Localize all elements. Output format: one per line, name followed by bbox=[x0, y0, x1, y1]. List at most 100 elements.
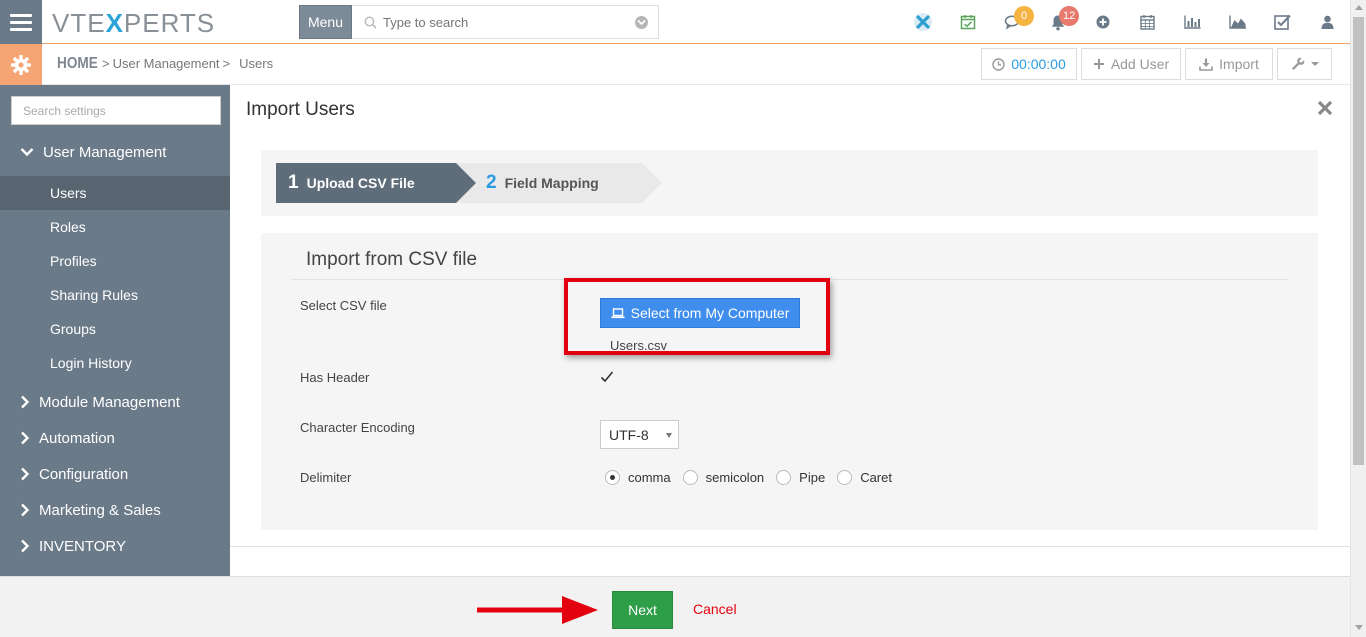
sidebar-item-groups[interactable]: Groups bbox=[0, 312, 230, 346]
chevron-right-icon bbox=[21, 395, 30, 409]
user-icon[interactable] bbox=[1305, 0, 1350, 44]
step-number: 1 bbox=[288, 172, 299, 193]
calendar-check-icon[interactable] bbox=[945, 0, 990, 44]
scroll-down-icon[interactable] bbox=[1355, 625, 1363, 630]
add-user-button[interactable]: Add User bbox=[1081, 48, 1181, 80]
scroll-up-icon[interactable] bbox=[1355, 5, 1363, 10]
select-csv-label: Select CSV file bbox=[300, 298, 387, 313]
sidebar-section-configuration[interactable]: Configuration bbox=[0, 456, 230, 492]
character-encoding-select[interactable]: UTF-8 bbox=[600, 420, 679, 449]
annotation-arrow-icon bbox=[477, 596, 598, 624]
tools-dropdown-button[interactable] bbox=[1277, 48, 1332, 80]
settings-subbar: HOME > User Management > Users 00:00:00 … bbox=[0, 44, 1350, 85]
sidebar-section-label: User Management bbox=[43, 143, 167, 161]
step-number: 2 bbox=[486, 172, 497, 193]
breadcrumb-users[interactable]: Users bbox=[239, 56, 273, 71]
area-chart-icon[interactable] bbox=[1215, 0, 1260, 44]
scrollbar-thumb[interactable] bbox=[1353, 17, 1364, 465]
sidebar-section-label: Marketing & Sales bbox=[39, 501, 161, 519]
sidebar-section-label: Automation bbox=[39, 429, 115, 447]
delimiter-radio-comma[interactable] bbox=[605, 470, 620, 485]
clock-icon bbox=[992, 57, 1005, 71]
import-heading: Import from CSV file bbox=[306, 249, 478, 270]
breadcrumb: HOME > User Management > Users bbox=[57, 55, 273, 73]
wizard-step-upload-csv: 1 Upload CSV File bbox=[276, 163, 456, 203]
vtexperts-x-icon[interactable] bbox=[900, 0, 945, 44]
page-scrollbar[interactable] bbox=[1350, 0, 1366, 637]
sidebar-section-user-management[interactable]: User Management bbox=[0, 134, 230, 170]
delimiter-option-label: Caret bbox=[860, 470, 892, 485]
bar-chart-icon[interactable] bbox=[1170, 0, 1215, 44]
delimiter-radio-pipe[interactable] bbox=[776, 470, 792, 485]
sidebar-item-users[interactable]: Users bbox=[0, 176, 230, 210]
timer-button[interactable]: 00:00:00 bbox=[981, 48, 1077, 80]
caret-down-icon bbox=[666, 433, 672, 438]
step2-arrow bbox=[642, 163, 662, 203]
sidebar-search-input[interactable]: Search settings bbox=[11, 96, 221, 125]
has-header-label: Has Header bbox=[300, 370, 370, 385]
sidebar-section-inventory[interactable]: INVENTORY bbox=[0, 528, 230, 564]
settings-gear-icon[interactable] bbox=[0, 44, 42, 85]
add-user-label: Add User bbox=[1110, 56, 1170, 72]
next-button[interactable]: Next bbox=[612, 591, 673, 629]
download-icon bbox=[1199, 58, 1213, 71]
page-title: Import Users bbox=[246, 99, 355, 120]
sidebar-section-label: Module Management bbox=[39, 393, 180, 411]
plus-circle-icon[interactable] bbox=[1080, 0, 1125, 44]
sidebar-item-sharing-rules[interactable]: Sharing Rules bbox=[0, 278, 230, 312]
sidebar-section-label: INVENTORY bbox=[39, 537, 126, 555]
sidebar-item-profiles[interactable]: Profiles bbox=[0, 244, 230, 278]
delimiter-radio-caret[interactable] bbox=[837, 470, 853, 485]
import-label: Import bbox=[1219, 56, 1259, 72]
sidebar-section-marketing-sales[interactable]: Marketing & Sales bbox=[0, 492, 230, 528]
import-button[interactable]: Import bbox=[1185, 48, 1273, 80]
top-navbar: VTEXPERTS Menu 0 12 bbox=[0, 0, 1350, 44]
divider bbox=[230, 546, 1350, 547]
chevron-right-icon bbox=[21, 503, 30, 517]
calendar-icon[interactable] bbox=[1125, 0, 1170, 44]
breadcrumb-home[interactable]: HOME bbox=[57, 55, 98, 73]
app-logo[interactable]: VTEXPERTS bbox=[52, 8, 215, 39]
sidebar-item-roles[interactable]: Roles bbox=[0, 210, 230, 244]
encoding-value: UTF-8 bbox=[609, 426, 649, 443]
top-icon-bar: 0 12 bbox=[900, 0, 1350, 44]
delimiter-option-label: semicolon bbox=[705, 470, 765, 485]
timer-value: 00:00:00 bbox=[1011, 56, 1066, 72]
global-search[interactable] bbox=[352, 5, 659, 39]
chevron-right-icon bbox=[21, 467, 30, 481]
breadcrumb-separator: > bbox=[222, 56, 231, 71]
step-label: Upload CSV File bbox=[306, 175, 415, 191]
sidebar-section-label: Configuration bbox=[39, 465, 129, 483]
search-icon bbox=[364, 16, 377, 29]
chevron-down-icon[interactable] bbox=[635, 16, 648, 29]
global-search-input[interactable] bbox=[383, 14, 643, 30]
step-label: Field Mapping bbox=[504, 175, 599, 191]
character-encoding-label: Character Encoding bbox=[300, 420, 415, 435]
annotation-highlight-box bbox=[564, 278, 830, 355]
sidebar-section-module-management[interactable]: Module Management bbox=[0, 384, 230, 420]
breadcrumb-separator: > bbox=[102, 56, 110, 71]
chevron-down-icon bbox=[20, 148, 34, 157]
delimiter-label: Delimiter bbox=[300, 470, 352, 485]
wrench-icon bbox=[1291, 57, 1304, 70]
chevron-right-icon bbox=[21, 539, 30, 553]
chat-bubbles-icon[interactable]: 0 bbox=[990, 0, 1035, 44]
bell-icon[interactable]: 12 bbox=[1035, 0, 1080, 44]
delimiter-radio-semicolon[interactable] bbox=[682, 470, 698, 485]
caret-down-icon bbox=[1310, 62, 1319, 66]
cancel-link[interactable]: Cancel bbox=[693, 601, 737, 617]
has-header-checkbox[interactable] bbox=[600, 370, 614, 384]
plus-icon bbox=[1093, 59, 1104, 69]
delimiter-radio-group: comma semicolon Pipe Caret bbox=[605, 470, 904, 485]
wizard-step-field-mapping: 2 Field Mapping bbox=[476, 163, 642, 203]
notification-badge: 12 bbox=[1059, 6, 1080, 26]
chevron-right-icon bbox=[21, 431, 30, 445]
menu-button[interactable]: Menu bbox=[299, 5, 352, 39]
step1-arrow bbox=[456, 163, 476, 203]
hamburger-menu-icon[interactable] bbox=[0, 0, 42, 44]
sidebar-section-automation[interactable]: Automation bbox=[0, 420, 230, 456]
breadcrumb-user-management[interactable]: User Management bbox=[113, 56, 220, 71]
checkbox-icon[interactable] bbox=[1260, 0, 1305, 44]
sidebar-item-login-history[interactable]: Login History bbox=[0, 346, 230, 380]
close-icon[interactable] bbox=[1316, 99, 1334, 117]
